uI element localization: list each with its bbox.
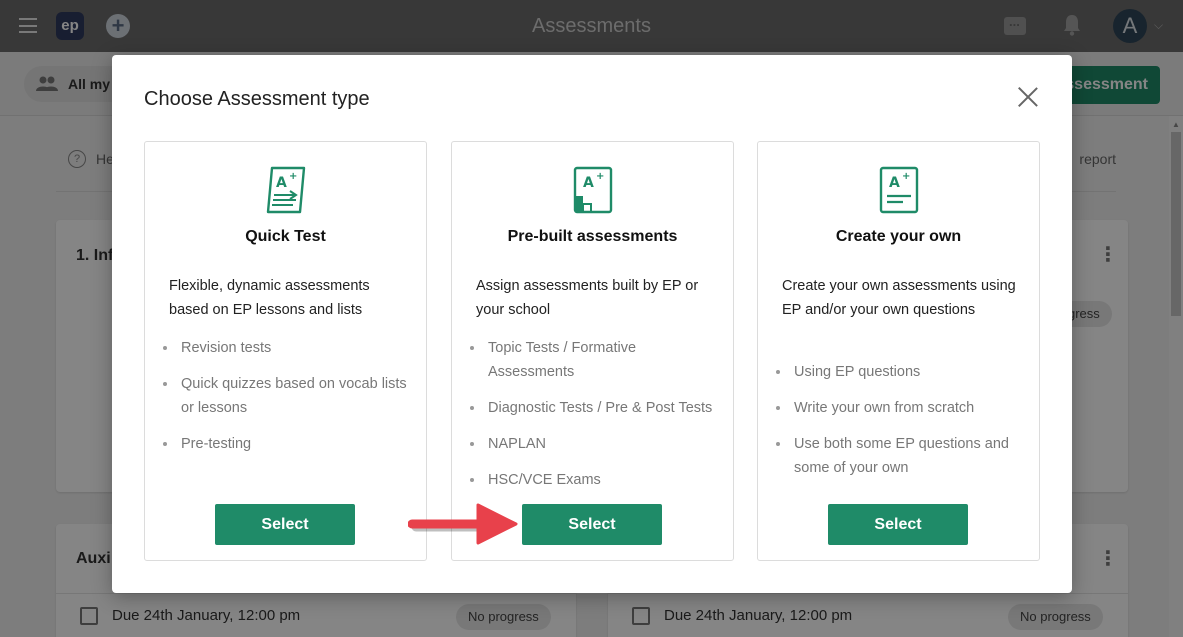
list-item: Revision tests — [163, 336, 412, 360]
list-item: Topic Tests / Formative Assessments — [470, 336, 719, 384]
prebuilt-assessments-card[interactable]: A + Pre-built assessments Assign assessm… — [451, 141, 734, 561]
list-item: Write your own from scratch — [776, 396, 1025, 420]
list-item: Diagnostic Tests / Pre & Post Tests — [470, 396, 719, 420]
create-your-own-card[interactable]: A + Create your own Create your own asse… — [757, 141, 1040, 561]
feature-list: Revision tests Quick quizzes based on vo… — [163, 336, 412, 468]
list-item: HSC/VCE Exams — [470, 468, 719, 492]
card-title: Create your own — [835, 228, 962, 245]
card-title: Quick Test — [245, 228, 326, 245]
svg-text:+: + — [596, 171, 604, 182]
card-description: Assign assessments built by EP or your s… — [476, 278, 699, 318]
svg-text:A: A — [276, 175, 287, 191]
svg-text:+: + — [902, 171, 910, 182]
list-item: NAPLAN — [470, 432, 719, 456]
select-prebuilt-button[interactable]: Select — [522, 504, 662, 545]
feature-list: Topic Tests / Formative Assessments Diag… — [470, 336, 719, 504]
svg-text:A: A — [583, 175, 594, 191]
create-own-icon: A + — [879, 166, 918, 214]
dialog-title: Choose Assessment type — [144, 88, 370, 110]
close-icon[interactable] — [1017, 86, 1039, 108]
card-description: Create your own assessments using EP and… — [782, 278, 1016, 318]
choose-assessment-dialog: Choose Assessment type A + Quick Test Fl… — [112, 55, 1072, 593]
quick-test-icon: A + — [266, 166, 305, 214]
svg-text:A: A — [889, 175, 900, 191]
svg-text:+: + — [289, 171, 297, 182]
arrow-annotation-icon — [408, 503, 518, 545]
list-item: Use both some EP questions and some of y… — [776, 432, 1025, 480]
quick-test-card[interactable]: A + Quick Test Flexible, dynamic assessm… — [144, 141, 427, 561]
list-item: Using EP questions — [776, 360, 1025, 384]
feature-list: Using EP questions Write your own from s… — [776, 360, 1025, 492]
card-description: Flexible, dynamic assessments based on E… — [169, 278, 370, 318]
select-quick-test-button[interactable]: Select — [215, 504, 355, 545]
select-create-own-button[interactable]: Select — [828, 504, 968, 545]
list-item: Quick quizzes based on vocab lists or le… — [163, 372, 412, 420]
card-title: Pre-built assessments — [507, 228, 678, 245]
prebuilt-assessment-icon: A + — [573, 166, 612, 214]
list-item: Pre-testing — [163, 432, 412, 456]
